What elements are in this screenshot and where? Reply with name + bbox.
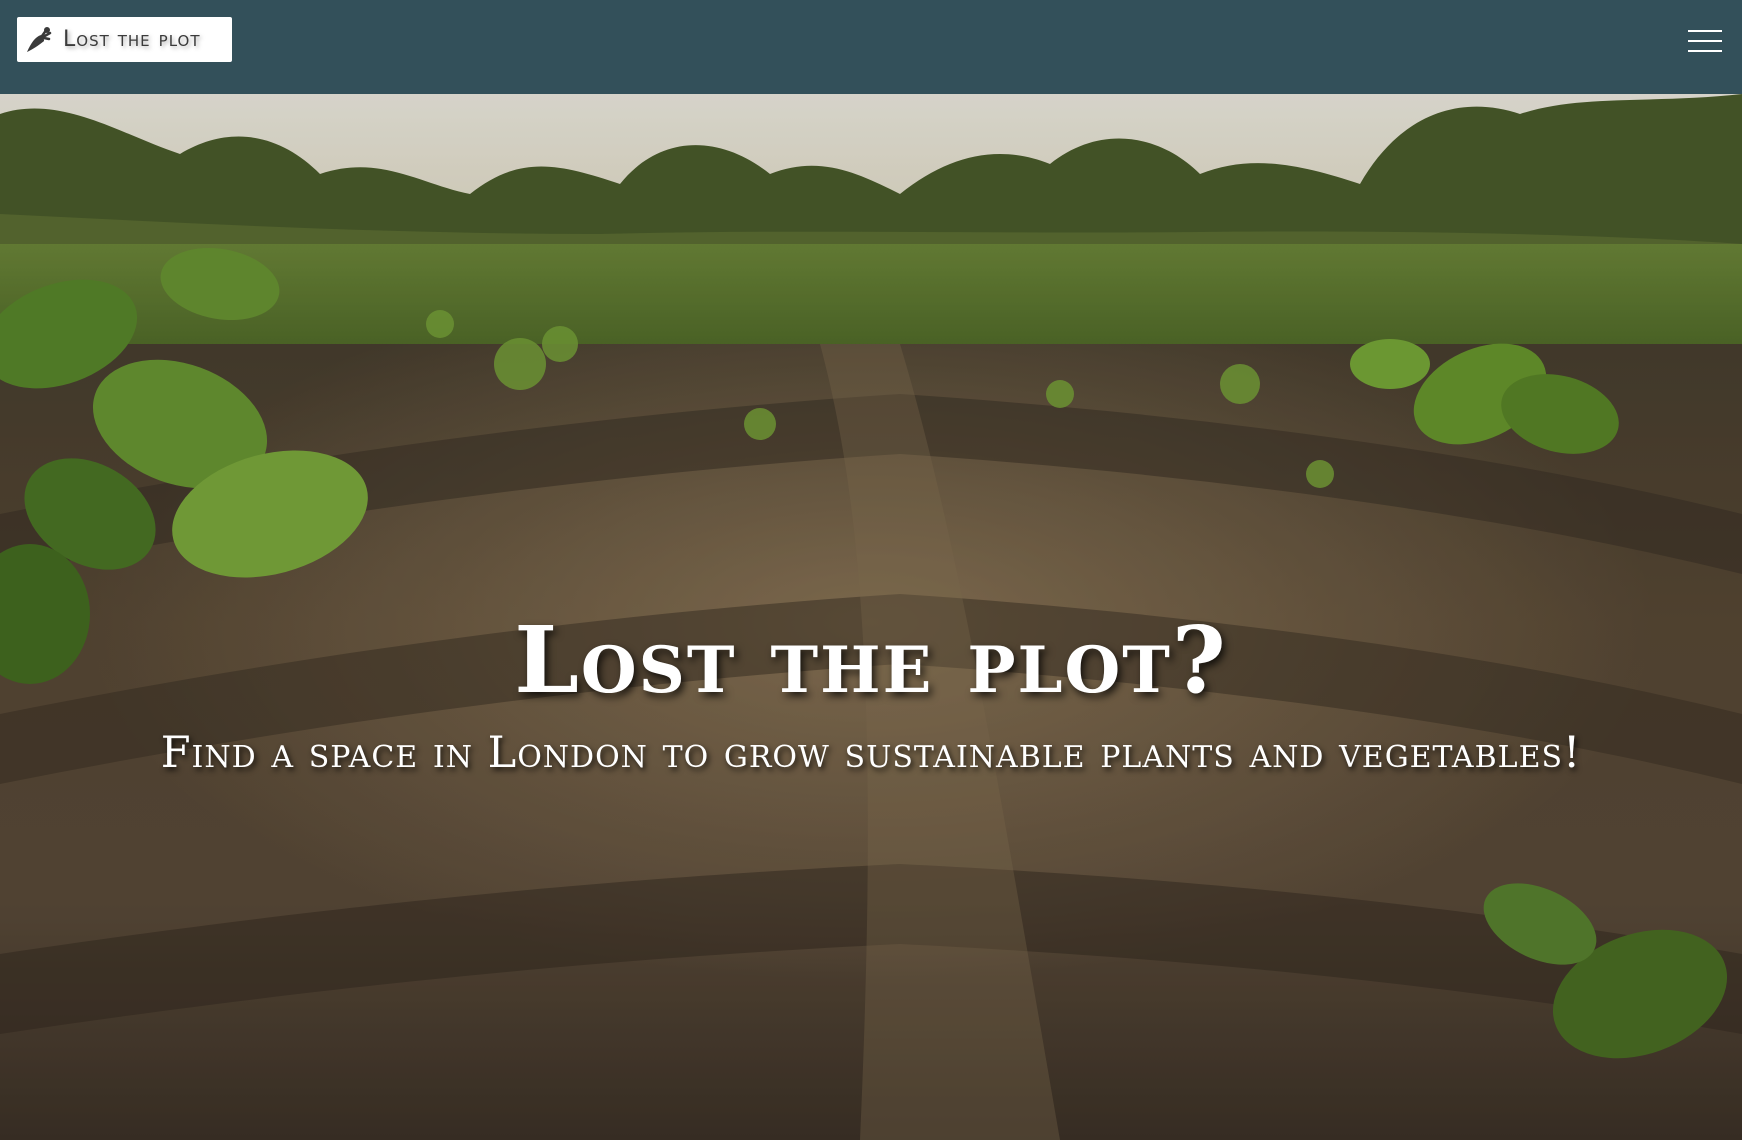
hamburger-menu-icon[interactable] (1688, 28, 1722, 54)
hero-subtitle: Find a space in London to grow sustainab… (160, 728, 1582, 778)
carrot-icon (23, 25, 53, 55)
hero-section: Lost the plot? Find a space in London to… (0, 94, 1742, 1140)
navbar: Lost the plot (0, 0, 1742, 94)
brand-label: Lost the plot (63, 27, 201, 52)
hero-title: Lost the plot? (514, 606, 1228, 714)
brand-logo-link[interactable]: Lost the plot (17, 17, 232, 62)
menu-line (1688, 30, 1722, 32)
menu-line (1688, 40, 1722, 42)
menu-line (1688, 50, 1722, 52)
